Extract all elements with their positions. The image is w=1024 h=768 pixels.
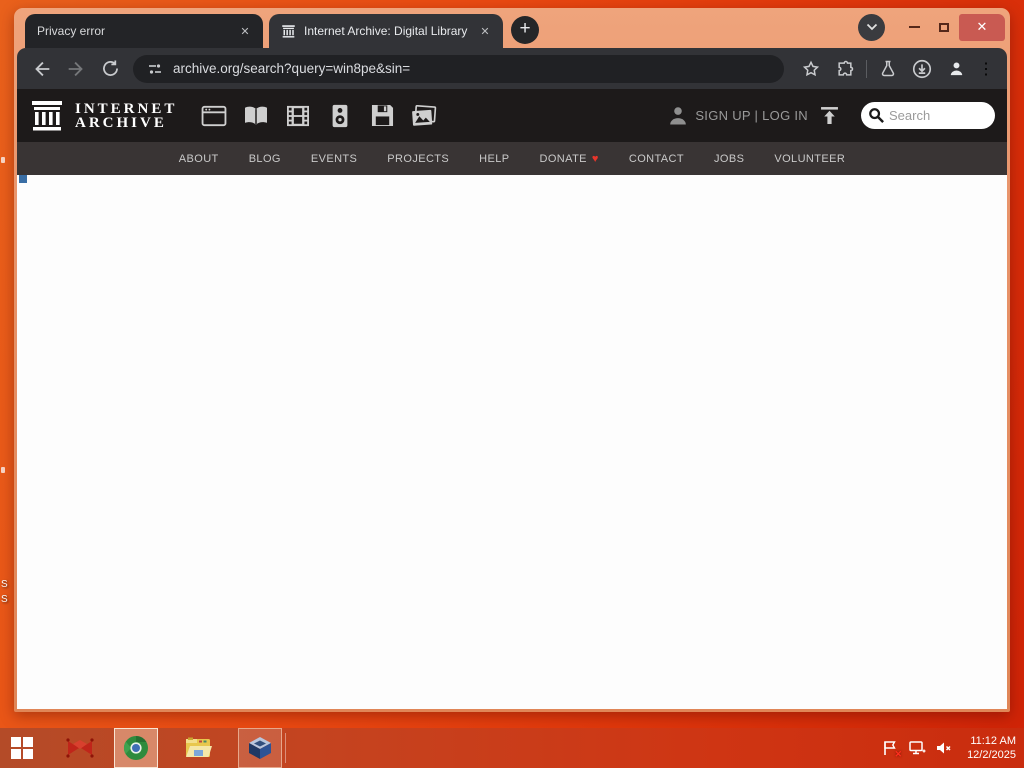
- tab-search-button[interactable]: [858, 13, 885, 41]
- tab-internet-archive[interactable]: Internet Archive: Digital Library ✕: [269, 14, 503, 48]
- tab-privacy-error[interactable]: Privacy error ✕: [25, 14, 263, 48]
- flask-icon: [881, 60, 895, 76]
- nav-item-contact[interactable]: CONTACT: [629, 153, 684, 165]
- reload-icon: [102, 60, 118, 76]
- archive-favicon-icon: [282, 24, 295, 38]
- star-icon: [802, 60, 820, 76]
- clock-time: 11:12 AM: [970, 735, 1016, 747]
- video-icon[interactable]: [285, 103, 311, 129]
- nav-item-projects[interactable]: PROJECTS: [387, 153, 449, 165]
- red-app-icon: [66, 738, 94, 758]
- desktop-icon-label-fragment: S: [1, 579, 8, 590]
- desktop-icon-label-fragment: S: [1, 594, 8, 605]
- archive-header: INTERNET ARCHIVE SIGN UP | LOG IN Search: [17, 89, 1007, 142]
- nav-item-blog[interactable]: BLOG: [249, 153, 281, 165]
- images-icon[interactable]: [411, 103, 437, 129]
- heart-icon: ♥: [591, 152, 599, 165]
- maximize-icon: [939, 22, 949, 32]
- nav-item-help[interactable]: HELP: [479, 153, 509, 165]
- taskbar-file-explorer-button[interactable]: [176, 728, 220, 768]
- notification-error-badge: ✕: [894, 749, 903, 759]
- search-icon: [869, 108, 884, 123]
- desktop-icon-fragment: [1, 157, 5, 163]
- desktop-icon-fragment: [1, 467, 5, 473]
- nav-item-events[interactable]: EVENTS: [311, 153, 357, 165]
- virtualbox-icon: [249, 737, 271, 759]
- menu-button[interactable]: ⋮: [973, 52, 999, 86]
- taskbar: ✕ 11:12 AM 12/2/2025: [0, 728, 1024, 768]
- reload-button[interactable]: [93, 52, 127, 86]
- wordmark-line2: ARCHIVE: [75, 114, 167, 131]
- media-type-row: [201, 103, 437, 129]
- upload-icon[interactable]: [820, 106, 839, 125]
- url-text[interactable]: archive.org/search?query=win8pe&sin=: [173, 61, 410, 76]
- taskbar-clock[interactable]: 11:12 AM 12/2/2025: [961, 734, 1016, 762]
- web-icon[interactable]: [201, 103, 227, 129]
- toolbar-divider: [866, 59, 867, 78]
- back-arrow-icon: [35, 61, 50, 76]
- loading-fragment: [19, 175, 27, 183]
- maximize-button[interactable]: [929, 14, 959, 40]
- signup-login-link[interactable]: SIGN UP | LOG IN: [695, 108, 808, 123]
- user-icon: [670, 107, 687, 125]
- labs-button[interactable]: [871, 52, 905, 86]
- profile-icon: [950, 62, 962, 76]
- software-icon[interactable]: [369, 103, 395, 129]
- archive-header-right: SIGN UP | LOG IN: [669, 102, 995, 129]
- wordmark-line1: INTERNET: [75, 100, 178, 117]
- taskbar-virtualbox-button[interactable]: [238, 728, 282, 768]
- internet-archive-logo-icon[interactable]: [29, 98, 65, 134]
- archive-nav: ABOUT BLOG EVENTS PROJECTS HELP DONATE ♥…: [17, 142, 1007, 175]
- profile-button[interactable]: [939, 52, 973, 86]
- downloads-button[interactable]: [905, 52, 939, 86]
- download-icon: [912, 59, 932, 78]
- site-settings-icon[interactable]: [147, 61, 163, 77]
- new-tab-button[interactable]: +: [511, 16, 539, 44]
- window-controls: ✕: [858, 12, 1005, 42]
- start-button[interactable]: [0, 728, 44, 768]
- tab-title: Privacy error: [37, 24, 106, 38]
- nav-item-about[interactable]: ABOUT: [179, 153, 219, 165]
- browser-window: Privacy error ✕ Internet Archive: Digita…: [14, 8, 1010, 712]
- tab-title: Internet Archive: Digital Library: [304, 24, 468, 38]
- taskbar-divider: [285, 733, 286, 763]
- extensions-button[interactable]: [828, 52, 862, 86]
- folder-icon: [186, 737, 212, 757]
- internet-archive-wordmark[interactable]: INTERNET ARCHIVE: [75, 100, 178, 131]
- minimize-icon: [908, 26, 920, 28]
- address-bar[interactable]: archive.org/search?query=win8pe&sin=: [133, 54, 784, 83]
- bookmark-button[interactable]: [794, 52, 828, 86]
- close-button[interactable]: ✕: [959, 13, 1005, 41]
- texts-icon[interactable]: [243, 103, 269, 129]
- chevron-down-icon: [866, 23, 877, 31]
- tab-close-icon[interactable]: ✕: [237, 23, 253, 39]
- minimize-button[interactable]: [899, 14, 929, 40]
- clock-date: 12/2/2025: [967, 749, 1016, 761]
- taskbar-app-red[interactable]: [58, 728, 102, 768]
- nav-item-volunteer[interactable]: VOLUNTEER: [774, 153, 845, 165]
- windows-logo-icon: [11, 737, 33, 759]
- nav-item-donate[interactable]: DONATE ♥: [540, 153, 599, 165]
- back-button[interactable]: [25, 52, 59, 86]
- browser-app-icon: [123, 736, 148, 760]
- tab-close-icon[interactable]: ✕: [477, 23, 493, 39]
- forward-button[interactable]: [59, 52, 93, 86]
- action-center-flag-icon[interactable]: ✕: [880, 738, 903, 759]
- system-tray: ✕ 11:12 AM 12/2/2025: [880, 734, 1024, 762]
- taskbar-browser-button[interactable]: [114, 728, 158, 768]
- volume-muted-icon[interactable]: [934, 738, 954, 758]
- nav-item-jobs[interactable]: JOBS: [714, 153, 744, 165]
- archive-search: [861, 102, 995, 129]
- puzzle-icon: [838, 60, 854, 76]
- forward-arrow-icon: [68, 61, 83, 76]
- browser-toolbar: archive.org/search?query=win8pe&sin= ⋮: [17, 48, 1007, 89]
- audio-icon[interactable]: [327, 103, 353, 129]
- page-content: [17, 175, 1007, 709]
- network-icon[interactable]: [907, 738, 927, 758]
- titlebar: Privacy error ✕ Internet Archive: Digita…: [17, 8, 1007, 48]
